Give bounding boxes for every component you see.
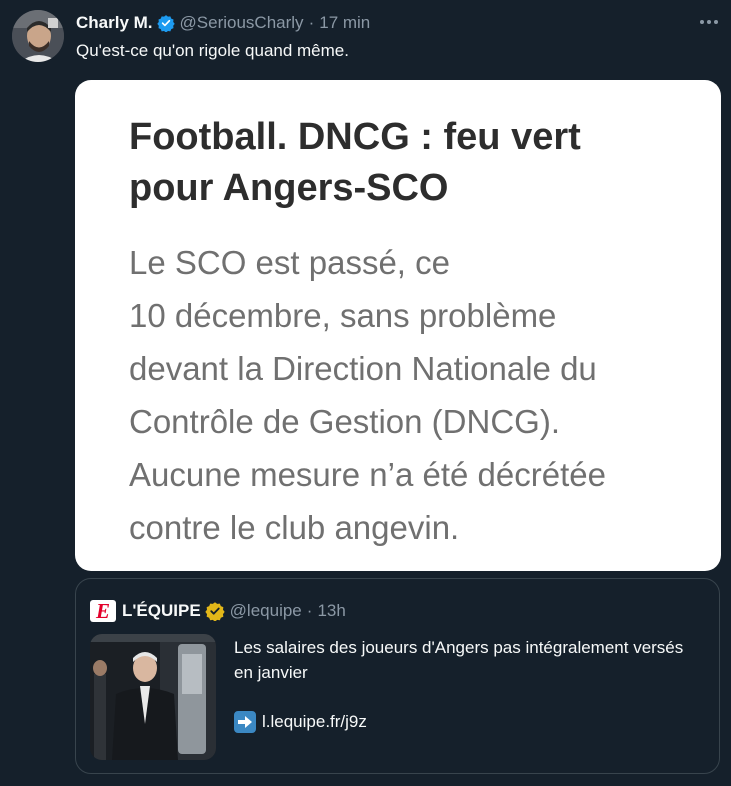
quoted-author-handle[interactable]: @lequipe (230, 601, 302, 621)
quoted-tweet-thumbnail[interactable] (90, 634, 216, 760)
author-name[interactable]: Charly M. (76, 13, 153, 33)
quoted-tweet-header: E L'ÉQUIPE @lequipe · 13h (90, 599, 346, 623)
verified-organization-badge-icon (205, 601, 225, 622)
quoted-tweet-link[interactable]: l.lequipe.fr/j9z (234, 711, 367, 733)
article-lead-line: 10 décembre, sans problème (129, 297, 557, 334)
article-title-line: Football. DNCG : feu vert (129, 116, 581, 158)
more-horizontal-icon[interactable] (697, 10, 721, 34)
lequipe-logo-icon[interactable]: E (90, 600, 116, 622)
header-separator: · (308, 13, 315, 32)
verified-badge-icon (156, 14, 175, 33)
author-handle[interactable]: @SeriousCharly (180, 13, 304, 33)
tweet-text: Qu'est-ce qu'on rigole quand même. (76, 41, 349, 60)
quoted-tweet-text: Les salaires des joueurs d'Angers pas in… (234, 638, 684, 682)
article-lead-line: Le SCO est passé, ce (129, 244, 450, 281)
tweet-header: Charly M. @SeriousCharly · 17 min (76, 12, 370, 34)
tweet-media-image[interactable]: Football. DNCG : feu vert pour Angers-SC… (75, 80, 721, 571)
right-arrow-icon (234, 711, 256, 733)
quoted-tweet[interactable]: E L'ÉQUIPE @lequipe · 13h Les salaires d… (75, 578, 720, 774)
article-lead-line: contre le club angevin. (129, 509, 460, 546)
quoted-header-separator: · (306, 601, 313, 620)
quoted-author-name[interactable]: L'ÉQUIPE (122, 601, 201, 621)
article-lead-line: devant la Direction Nationale du (129, 350, 597, 387)
article-lead: Le SCO est passé, ce 10 décembre, sans p… (129, 236, 699, 554)
quoted-timestamp[interactable]: 13h (317, 601, 345, 621)
author-avatar[interactable] (12, 10, 64, 62)
article-lead-line: Aucune mesure n’a été décrétée (129, 456, 606, 493)
article-title: Football. DNCG : feu vert pour Angers-SC… (129, 112, 689, 214)
link-url[interactable]: l.lequipe.fr/j9z (262, 712, 367, 732)
article-lead-line: Contrôle de Gestion (DNCG). (129, 403, 560, 440)
article-title-line: pour Angers-SCO (129, 167, 449, 209)
tweet-timestamp[interactable]: 17 min (319, 13, 370, 33)
